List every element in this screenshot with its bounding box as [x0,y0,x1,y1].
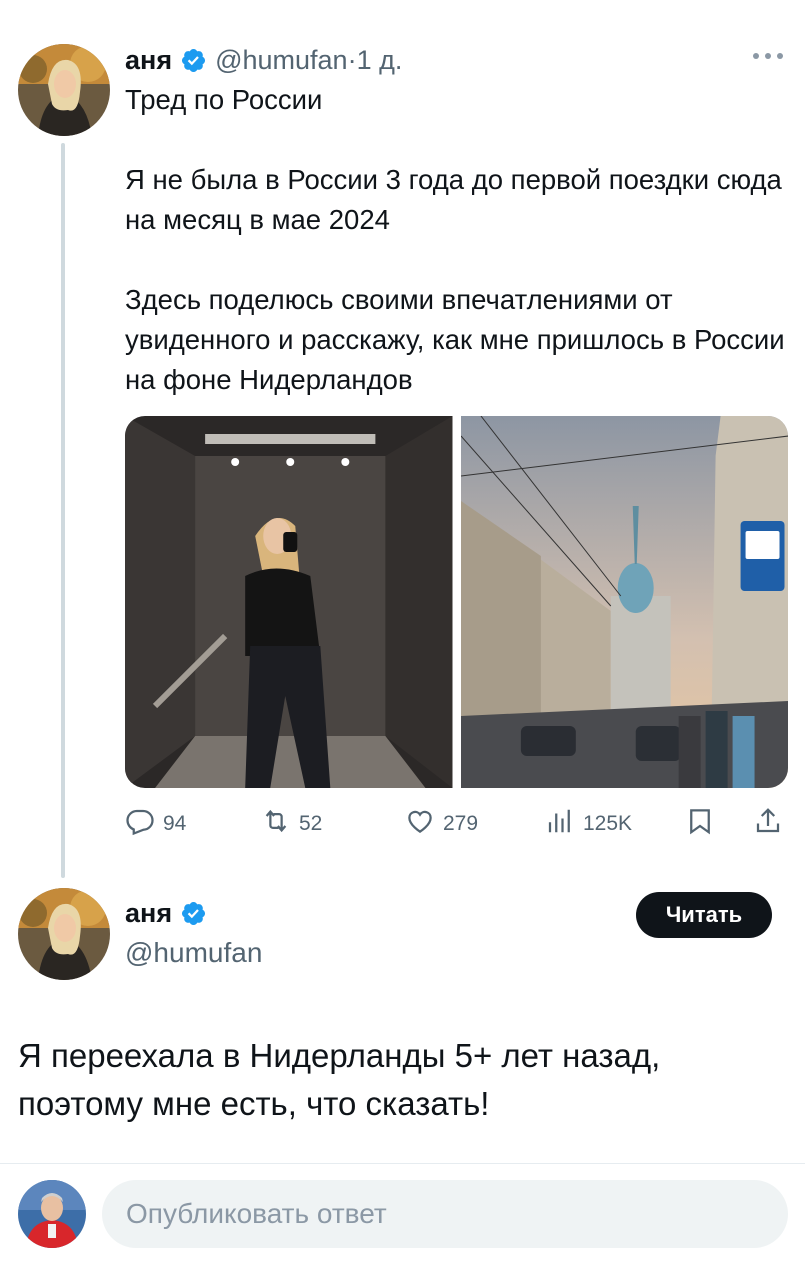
reply-button[interactable]: 94 [125,806,186,842]
tweet-actions: 94 52 279 125K [125,806,790,842]
bookmark-button[interactable] [685,806,715,842]
like-count: 279 [443,812,479,835]
views-button[interactable]: 125K [545,806,632,842]
elevator-photo[interactable] [125,416,453,788]
reply-input[interactable] [102,1180,788,1248]
verified-badge-icon [180,47,207,74]
reply-count: 94 [163,812,187,835]
views-count: 125K [583,812,633,835]
tweet-text-2: Я переехала в Нидерланды 5+ лет назад, п… [18,1037,661,1122]
author-avatar[interactable] [18,44,110,136]
author-handle-2[interactable]: @humufan [125,937,262,969]
author-avatar-2[interactable] [18,888,110,980]
tweet-header: аня @humufan·1 д. [125,40,402,80]
author-name-2[interactable]: аня [125,898,172,929]
retweet-count: 52 [299,812,323,835]
verified-badge-icon [180,900,207,927]
tweet-text: Тред по России Я не была в России 3 года… [125,84,785,395]
current-user-avatar[interactable] [18,1180,86,1248]
retweet-button[interactable]: 52 [261,806,322,842]
views-icon [545,806,575,842]
share-button[interactable] [753,806,783,842]
bookmark-icon [685,806,715,842]
like-button[interactable]: 279 [405,806,478,842]
follow-button[interactable]: Читать [636,892,772,938]
tweet-media[interactable] [125,416,788,788]
thread-connector-line [61,143,65,878]
author-name-row: аня [125,898,215,929]
more-icon[interactable] [753,44,783,68]
retweet-icon [261,806,291,842]
like-icon [405,806,435,842]
share-icon [753,806,783,842]
author-name[interactable]: аня [125,45,172,76]
handle-and-time[interactable]: @humufan·1 д. [215,45,402,76]
divider [0,1163,805,1164]
reply-icon [125,806,155,842]
street-photo[interactable] [460,416,788,788]
